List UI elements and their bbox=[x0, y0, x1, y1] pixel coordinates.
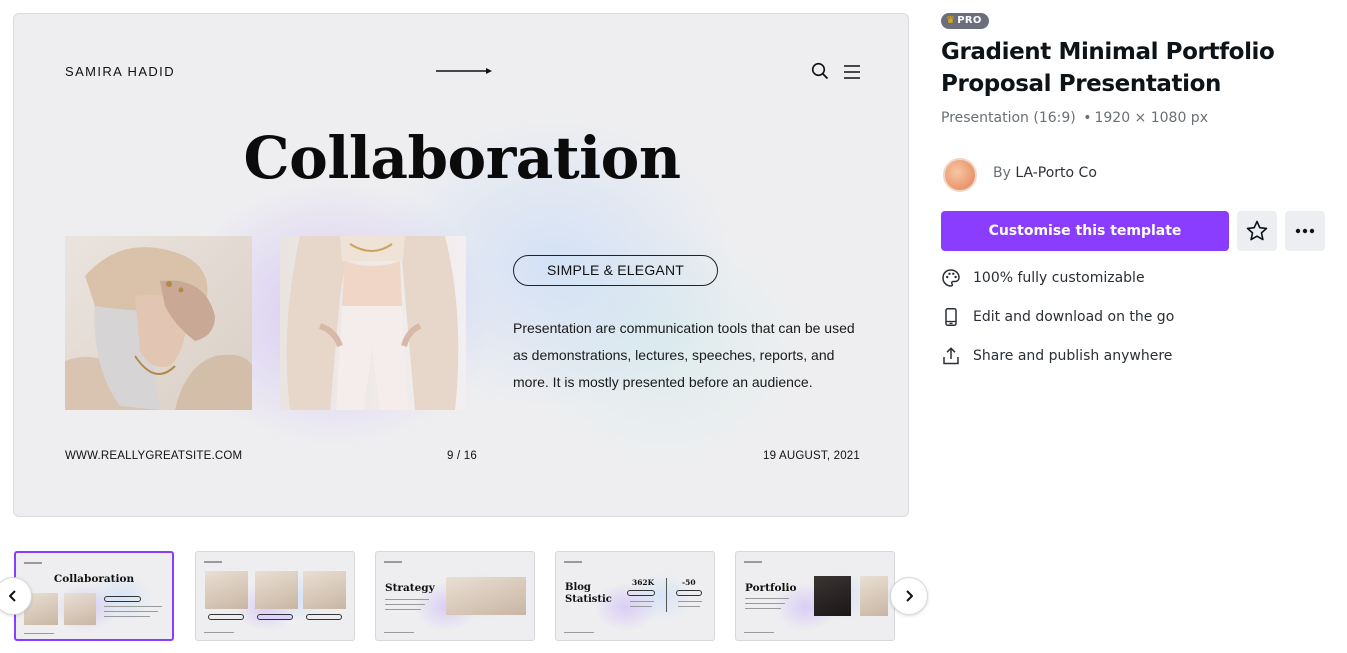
thumb-text-line bbox=[630, 606, 652, 608]
thumb-photo bbox=[205, 571, 248, 609]
thumb-title: Portfolio bbox=[745, 582, 797, 594]
thumb-divider bbox=[666, 578, 667, 612]
thumb-title: Collaboration bbox=[53, 573, 135, 585]
thumb-pill bbox=[257, 614, 293, 620]
slide-brand-name: SAMIRA HADID bbox=[65, 64, 175, 79]
template-format: Presentation (16:9) bbox=[941, 110, 1076, 126]
author-avatar[interactable] bbox=[943, 158, 977, 192]
thumbnails-next-button[interactable] bbox=[890, 577, 928, 615]
thumb-text-line bbox=[104, 616, 150, 618]
more-options-button[interactable] bbox=[1285, 211, 1325, 251]
thumb-pill bbox=[627, 590, 655, 596]
thumb-pill bbox=[676, 590, 702, 596]
template-meta: Presentation (16:9) • 1920 × 1080 px bbox=[941, 110, 1208, 126]
thumb-header-mark bbox=[24, 562, 42, 564]
favorite-button[interactable] bbox=[1237, 211, 1277, 251]
feature-label: Edit and download on the go bbox=[973, 309, 1175, 325]
thumb-text-line bbox=[385, 604, 425, 606]
feature-share: Share and publish anywhere bbox=[941, 344, 1172, 368]
star-icon bbox=[1246, 220, 1268, 241]
thumb-pill bbox=[208, 614, 244, 620]
slide-tagline-pill: SIMPLE & ELEGANT bbox=[513, 255, 718, 286]
palette-icon bbox=[942, 269, 960, 287]
crown-icon: ♛ bbox=[946, 15, 956, 26]
thumb-text-line bbox=[630, 601, 654, 603]
thumb-title: Strategy bbox=[385, 582, 435, 594]
thumb-photo bbox=[814, 576, 851, 616]
pro-badge-label: PRO bbox=[957, 15, 982, 26]
thumb-header-mark bbox=[204, 561, 222, 563]
thumb-text-line bbox=[385, 609, 421, 611]
thumb-footer-line bbox=[744, 632, 774, 634]
arrow-right-icon bbox=[436, 68, 492, 74]
more-horizontal-icon bbox=[1295, 228, 1315, 234]
thumb-text-line bbox=[678, 601, 702, 603]
thumb-photo bbox=[64, 593, 96, 625]
thumb-stat-value: -50 bbox=[682, 578, 696, 587]
thumb-photo bbox=[446, 577, 526, 615]
thumb-header-mark bbox=[744, 561, 762, 563]
thumb-text-line bbox=[678, 606, 700, 608]
slide-date: 19 AUGUST, 2021 bbox=[763, 450, 860, 462]
model-photo-suit bbox=[280, 236, 466, 410]
feature-mobile: Edit and download on the go bbox=[941, 305, 1174, 329]
author-by-label: By bbox=[993, 165, 1011, 181]
meta-separator: • bbox=[1083, 110, 1092, 126]
customise-template-button[interactable]: Customise this template bbox=[941, 211, 1229, 251]
page-thumbnail-2[interactable] bbox=[195, 551, 355, 641]
thumb-footer-line bbox=[24, 633, 54, 635]
thumb-text-line bbox=[745, 608, 781, 610]
feature-customizable: 100% fully customizable bbox=[941, 266, 1145, 290]
slide-title: Collaboration bbox=[243, 124, 681, 192]
thumb-header-mark bbox=[384, 561, 402, 563]
thumb-header-mark bbox=[564, 561, 582, 563]
thumb-text-line bbox=[745, 598, 789, 600]
page-thumbnail-3[interactable]: Strategy bbox=[375, 551, 535, 641]
template-title: Gradient Minimal Portfolio Proposal Pres… bbox=[941, 39, 1275, 97]
template-preview[interactable]: SAMIRA HADID Collaboration SIMPLE & ELEG… bbox=[13, 13, 909, 517]
chevron-left-icon bbox=[9, 590, 16, 602]
page-thumbnail-1[interactable]: Collaboration bbox=[14, 551, 174, 641]
thumb-footer-line bbox=[384, 632, 414, 634]
hamburger-menu-icon bbox=[844, 65, 860, 79]
thumb-text-line bbox=[104, 606, 162, 608]
search-icon bbox=[811, 62, 829, 80]
pro-badge: ♛ PRO bbox=[941, 13, 989, 29]
feature-label: Share and publish anywhere bbox=[973, 348, 1173, 364]
thumb-footer-line bbox=[204, 632, 234, 634]
thumb-footer-line bbox=[564, 632, 594, 634]
thumb-pill bbox=[104, 596, 141, 602]
template-dimensions: 1920 × 1080 px bbox=[1094, 110, 1208, 126]
thumb-text-line bbox=[104, 611, 158, 613]
thumb-title: Blog Statistic bbox=[565, 582, 612, 605]
phone-icon bbox=[945, 308, 957, 326]
thumb-stat-value: 362K bbox=[632, 578, 655, 587]
thumb-photo bbox=[860, 576, 888, 616]
thumb-text-line bbox=[385, 599, 429, 601]
thumb-photo bbox=[255, 571, 298, 609]
thumb-photo bbox=[303, 571, 346, 609]
feature-label: 100% fully customizable bbox=[973, 270, 1145, 286]
author-line: By LA-Porto Co bbox=[993, 165, 1097, 181]
thumb-text-line bbox=[745, 603, 785, 605]
model-photo-hat bbox=[65, 236, 252, 410]
page-thumbnail-4[interactable]: Blog Statistic 362K -50 bbox=[555, 551, 715, 641]
page-thumbnail-5[interactable]: Portfolio bbox=[735, 551, 895, 641]
chevron-right-icon bbox=[906, 590, 913, 602]
author-name-link[interactable]: LA-Porto Co bbox=[1015, 165, 1097, 181]
slide-body-text: Presentation are communication tools tha… bbox=[513, 320, 855, 390]
share-icon bbox=[943, 347, 959, 365]
thumb-pill bbox=[306, 614, 342, 620]
